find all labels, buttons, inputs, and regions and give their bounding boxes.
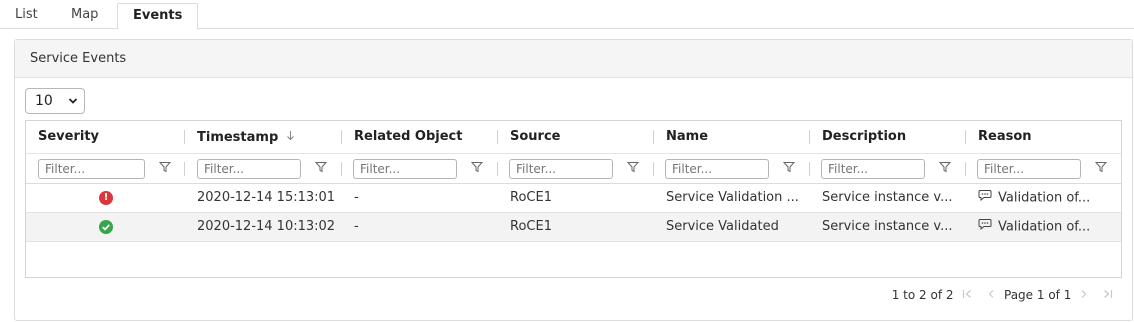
next-page-icon[interactable]	[1080, 285, 1088, 305]
pager-summary: 1 to 2 of 2	[891, 288, 954, 302]
page-size-value: 10	[35, 93, 53, 109]
page-size-select[interactable]: 10	[25, 88, 85, 114]
cell-description: Service instance v...	[822, 190, 953, 205]
column-header-severity[interactable]: Severity	[26, 121, 184, 153]
last-page-icon[interactable]	[1102, 285, 1113, 305]
cell-name: Service Validated	[666, 219, 779, 234]
column-label: Reason	[978, 129, 1032, 144]
cell-reason: Validation of...	[966, 184, 1116, 212]
column-header-name[interactable]: Name	[654, 121, 810, 153]
column-header-description[interactable]: Description	[810, 121, 966, 153]
cell-timestamp: 2020-12-14 10:13:02	[197, 219, 336, 234]
first-page-icon[interactable]	[962, 285, 973, 305]
tab-list[interactable]: List	[0, 3, 53, 29]
column-label: Name	[666, 129, 709, 144]
comment-icon	[978, 184, 992, 212]
filter-funnel-icon[interactable]	[158, 161, 173, 175]
column-separator[interactable]	[184, 162, 185, 176]
pagination: 1 to 2 of 2 Page 1 of 1	[892, 285, 1118, 305]
filter-input-timestamp[interactable]	[197, 159, 301, 179]
reason-text: Validation of...	[998, 219, 1091, 235]
filter-input-related-object[interactable]	[353, 159, 457, 179]
cell-description: Service instance v...	[822, 219, 953, 234]
reason-text: Validation of...	[998, 190, 1091, 206]
filter-funnel-icon[interactable]	[470, 161, 485, 175]
filter-funnel-icon[interactable]	[1094, 161, 1109, 175]
column-separator[interactable]	[341, 162, 342, 176]
panel-title: Service Events	[15, 40, 1132, 78]
table-row[interactable]: 2020-12-14 10:13:02 - RoCE1 Service Vali…	[26, 213, 1121, 242]
comment-icon	[978, 213, 992, 241]
filter-input-name[interactable]	[665, 159, 769, 179]
cell-related-object: -	[354, 219, 359, 234]
cell-source: RoCE1	[510, 219, 552, 234]
filter-funnel-icon[interactable]	[938, 161, 953, 175]
tab-events[interactable]: Events	[117, 3, 199, 30]
filter-input-reason[interactable]	[977, 159, 1081, 179]
events-grid: Severity Timestamp Related Object Source…	[25, 120, 1122, 278]
column-header-timestamp[interactable]: Timestamp	[185, 121, 341, 153]
table-row[interactable]: ! 2020-12-14 15:13:01 - RoCE1 Service Va…	[26, 184, 1121, 213]
service-events-panel: Service Events 10 Severity Timestamp Rel…	[14, 39, 1133, 321]
tab-map[interactable]: Map	[56, 3, 113, 29]
filter-funnel-icon[interactable]	[782, 161, 797, 175]
column-header-source[interactable]: Source	[498, 121, 654, 153]
column-header-related-object[interactable]: Related Object	[342, 121, 498, 153]
column-label: Source	[510, 129, 561, 144]
column-separator[interactable]	[497, 162, 498, 176]
cell-source: RoCE1	[510, 190, 552, 205]
error-exclamation-icon: !	[99, 191, 113, 205]
filter-funnel-icon[interactable]	[314, 161, 329, 175]
filter-input-description[interactable]	[821, 159, 925, 179]
column-separator[interactable]	[809, 162, 810, 176]
column-label: Related Object	[354, 129, 463, 144]
filter-funnel-icon[interactable]	[626, 161, 641, 175]
column-separator[interactable]	[965, 162, 966, 176]
column-label: Severity	[38, 129, 100, 144]
column-header-reason[interactable]: Reason	[966, 121, 1122, 153]
filter-input-source[interactable]	[509, 159, 613, 179]
column-label: Timestamp	[197, 130, 279, 145]
column-separator[interactable]	[653, 162, 654, 176]
chevron-down-icon	[68, 89, 78, 122]
grid-header: Severity Timestamp Related Object Source…	[26, 121, 1121, 153]
cell-reason: Validation of...	[966, 213, 1116, 241]
cell-related-object: -	[354, 190, 359, 205]
cell-name: Service Validation ...	[666, 190, 799, 205]
success-check-icon	[99, 220, 113, 234]
filter-row	[26, 153, 1121, 184]
previous-page-icon[interactable]	[987, 285, 995, 305]
cell-timestamp: 2020-12-14 15:13:01	[197, 190, 336, 205]
filter-input-severity[interactable]	[38, 159, 145, 179]
view-tabs: List Map Events	[0, 0, 1134, 30]
column-label: Description	[822, 129, 907, 144]
pager-page-text: Page 1 of 1	[1004, 288, 1072, 302]
sort-arrow-down-icon	[282, 130, 295, 144]
